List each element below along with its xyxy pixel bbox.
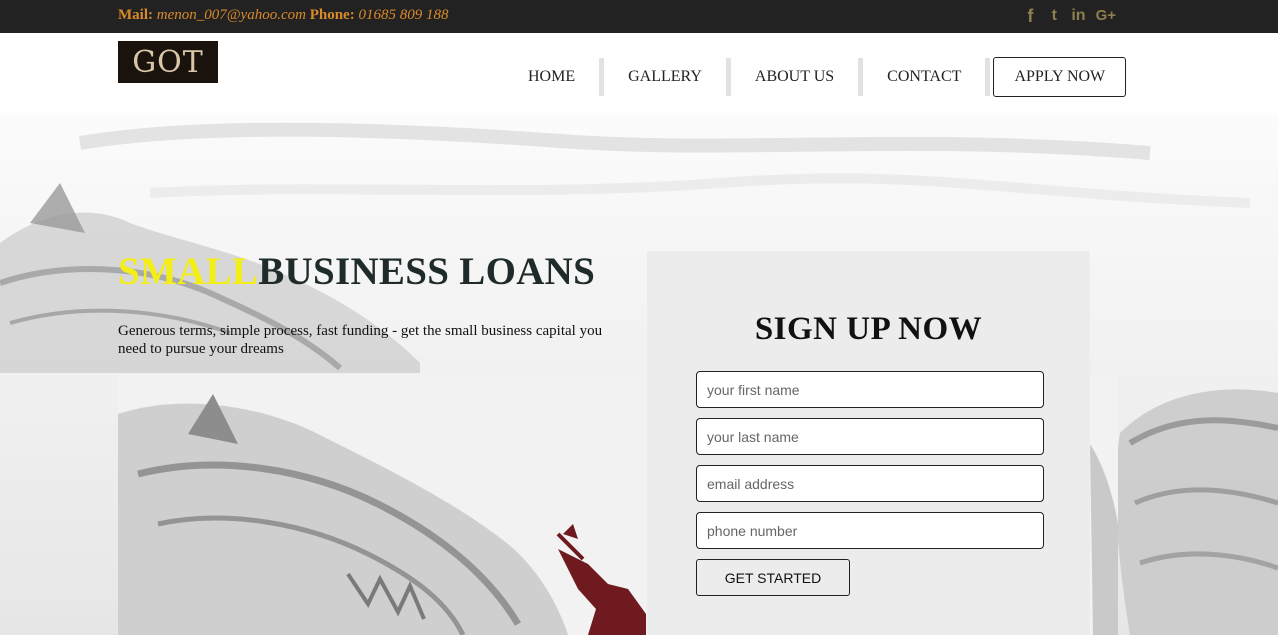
hero-title-highlight: SMALL bbox=[118, 250, 259, 293]
nav-contact[interactable]: CONTACT bbox=[863, 57, 985, 97]
site-logo[interactable]: GOT bbox=[118, 41, 218, 83]
facebook-icon[interactable]: f bbox=[1023, 6, 1037, 26]
twitter-icon[interactable]: t bbox=[1047, 6, 1061, 26]
hero-subtitle: Generous terms, simple process, fast fun… bbox=[118, 323, 603, 357]
hero-title: SMALLBUSINESS LOANS bbox=[118, 249, 595, 294]
signup-form: SIGN UP NOW GET STARTED bbox=[647, 251, 1090, 635]
phone-label: Phone: bbox=[309, 7, 355, 23]
nav-about-us[interactable]: ABOUT US bbox=[731, 57, 858, 97]
contact-info: Mail: menon_007@yahoo.com Phone: 01685 8… bbox=[118, 7, 448, 24]
top-bar: Mail: menon_007@yahoo.com Phone: 01685 8… bbox=[0, 0, 1278, 33]
get-started-button[interactable]: GET STARTED bbox=[696, 559, 850, 596]
phone-input[interactable] bbox=[696, 512, 1044, 549]
logo-text: GOT bbox=[132, 44, 204, 80]
main-nav: HOME GALLERY ABOUT US CONTACT APPLY NOW bbox=[504, 57, 1127, 97]
site-header: GOT HOME GALLERY ABOUT US CONTACT APPLY … bbox=[0, 33, 1278, 113]
nav-home[interactable]: HOME bbox=[504, 57, 599, 97]
linkedin-icon[interactable]: in bbox=[1071, 6, 1085, 26]
last-name-input[interactable] bbox=[696, 418, 1044, 455]
hero-title-rest: BUSINESS LOANS bbox=[258, 250, 596, 293]
phone-link[interactable]: 01685 809 188 bbox=[358, 7, 448, 23]
apply-now-button[interactable]: APPLY NOW bbox=[993, 57, 1127, 97]
nav-divider bbox=[985, 58, 991, 96]
mail-link[interactable]: menon_007@yahoo.com bbox=[157, 7, 306, 23]
email-input[interactable] bbox=[696, 465, 1044, 502]
google-plus-icon[interactable]: G+ bbox=[1096, 6, 1116, 26]
social-links: f t in G+ bbox=[1023, 6, 1116, 26]
first-name-input[interactable] bbox=[696, 371, 1044, 408]
nav-gallery[interactable]: GALLERY bbox=[604, 57, 726, 97]
mail-label: Mail: bbox=[118, 7, 153, 23]
signup-title: SIGN UP NOW bbox=[754, 311, 983, 347]
